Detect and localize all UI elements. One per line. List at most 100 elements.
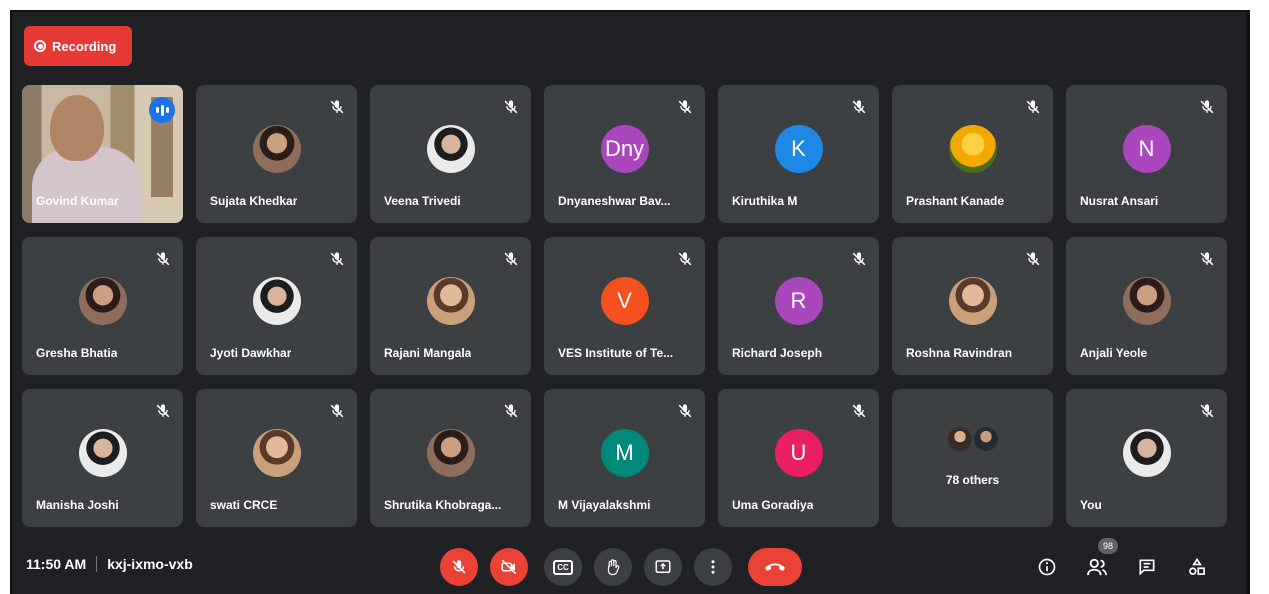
participant-tile[interactable]: Veena Trivedi <box>370 85 531 223</box>
participant-name: Veena Trivedi <box>384 194 461 208</box>
participant-name: Manisha Joshi <box>36 498 119 512</box>
present-screen-button[interactable] <box>644 548 682 586</box>
mic-muted-icon <box>327 249 347 269</box>
participant-tile[interactable]: Govind Kumar <box>22 85 183 223</box>
mic-muted-icon <box>1197 249 1217 269</box>
participant-tile[interactable]: Prashant Kanade <box>892 85 1053 223</box>
mic-toggle-button[interactable] <box>440 548 478 586</box>
participant-tile[interactable]: Roshna Ravindran <box>892 237 1053 375</box>
mic-muted-icon <box>849 97 869 117</box>
participant-name: VES Institute of Te... <box>558 346 674 360</box>
participant-grid: Govind Kumar Sujata Khedkar Veena Trivedi D… <box>22 85 1227 527</box>
activities-button[interactable] <box>1184 554 1210 580</box>
participant-name: Rajani Mangala <box>384 346 472 360</box>
mic-muted-icon <box>153 401 173 421</box>
participant-tile[interactable]: K Kiruthika M <box>718 85 879 223</box>
others-count: 78 others <box>945 473 1000 487</box>
chat-button[interactable] <box>1134 554 1160 580</box>
participant-tile[interactable]: Gresha Bhatia <box>22 237 183 375</box>
avatar <box>252 429 301 477</box>
avatar <box>426 429 475 477</box>
leave-call-button[interactable] <box>748 548 802 586</box>
meeting-details-button[interactable] <box>1034 554 1060 580</box>
participant-name: swati CRCE <box>210 498 278 512</box>
mic-muted-icon <box>327 97 347 117</box>
participant-tile[interactable]: Sujata Khedkar <box>196 85 357 223</box>
meeting-window: Recording Govind Kumar Sujata Khedkar Veen… <box>10 10 1250 594</box>
participant-name: Kiruthika M <box>732 194 798 208</box>
mic-muted-icon <box>501 97 521 117</box>
current-time: 11:50 AM <box>26 556 87 572</box>
mic-muted-icon <box>327 401 347 421</box>
mic-muted-icon <box>849 401 869 421</box>
mic-muted-icon <box>675 97 695 117</box>
camera-off-icon <box>501 559 517 575</box>
participant-tile[interactable]: Rajani Mangala <box>370 237 531 375</box>
avatar: R <box>774 277 823 325</box>
participant-name: Nusrat Ansari <box>1080 194 1159 208</box>
bottom-toolbar: 11:50 AM kxj-ixmo-vxb CC 98 <box>12 538 1246 588</box>
avatar <box>426 125 475 173</box>
participant-tile[interactable]: R Richard Joseph <box>718 237 879 375</box>
camera-toggle-button[interactable] <box>490 548 528 586</box>
participant-name: Shrutika Khobraga... <box>384 498 502 512</box>
mic-muted-icon <box>1023 97 1043 117</box>
hang-up-icon <box>765 563 785 571</box>
avatar: K <box>774 125 823 173</box>
people-button[interactable] <box>1084 554 1110 580</box>
record-icon <box>34 40 46 52</box>
info-icon <box>1038 558 1056 576</box>
mic-muted-icon <box>1197 97 1217 117</box>
more-vert-icon <box>711 560 715 574</box>
hand-icon <box>607 559 620 576</box>
mic-muted-icon <box>153 249 173 269</box>
participant-tile[interactable]: Dny Dnyaneshwar Bav... <box>544 85 705 223</box>
participant-tile[interactable]: Jyoti Dawkhar <box>196 237 357 375</box>
others-avatars <box>947 427 998 451</box>
participant-name: Gresha Bhatia <box>36 346 118 360</box>
participant-name: Sujata Khedkar <box>210 194 298 208</box>
participant-name: Prashant Kanade <box>906 194 1005 208</box>
avatar <box>78 277 127 325</box>
people-icon <box>1087 558 1107 576</box>
avatar <box>252 125 301 173</box>
divider <box>96 556 98 572</box>
participant-tile[interactable]: Shrutika Khobraga... <box>370 389 531 527</box>
participant-name: Richard Joseph <box>732 346 823 360</box>
participant-tile[interactable]: Anjali Yeole <box>1066 237 1227 375</box>
meeting-code[interactable]: kxj-ixmo-vxb <box>107 556 193 572</box>
mic-muted-icon <box>675 249 695 269</box>
mic-muted-icon <box>1023 249 1043 269</box>
avatar <box>252 277 301 325</box>
participant-tile[interactable]: 78 others <box>892 389 1053 527</box>
chat-icon <box>1139 559 1155 576</box>
avatar: U <box>774 429 823 477</box>
participant-tile[interactable]: swati CRCE <box>196 389 357 527</box>
participant-name: M Vijayalakshmi <box>558 498 651 512</box>
avatar <box>948 125 997 173</box>
participant-name: Govind Kumar <box>36 194 119 208</box>
mic-muted-icon <box>849 249 869 269</box>
participant-tile[interactable]: V VES Institute of Te... <box>544 237 705 375</box>
participant-tile[interactable]: U Uma Goradiya <box>718 389 879 527</box>
participant-name: Anjali Yeole <box>1080 346 1148 360</box>
participant-name: Roshna Ravindran <box>906 346 1013 360</box>
avatar: Dny <box>600 125 649 173</box>
captions-button[interactable]: CC <box>544 548 582 586</box>
mic-muted-icon <box>501 249 521 269</box>
more-options-button[interactable] <box>694 548 732 586</box>
avatar <box>426 277 475 325</box>
participant-tile[interactable]: You <box>1066 389 1227 527</box>
mic-muted-icon <box>1197 401 1217 421</box>
recording-indicator[interactable]: Recording <box>24 26 132 66</box>
mic-muted-icon <box>675 401 695 421</box>
activities-icon <box>1189 557 1205 575</box>
avatar: M <box>600 429 649 477</box>
avatar <box>948 277 997 325</box>
raise-hand-button[interactable] <box>594 548 632 586</box>
mic-off-icon <box>452 560 466 574</box>
participant-tile[interactable]: Manisha Joshi <box>22 389 183 527</box>
participant-tile[interactable]: M M Vijayalakshmi <box>544 389 705 527</box>
mic-muted-icon <box>501 401 521 421</box>
participant-tile[interactable]: N Nusrat Ansari <box>1066 85 1227 223</box>
